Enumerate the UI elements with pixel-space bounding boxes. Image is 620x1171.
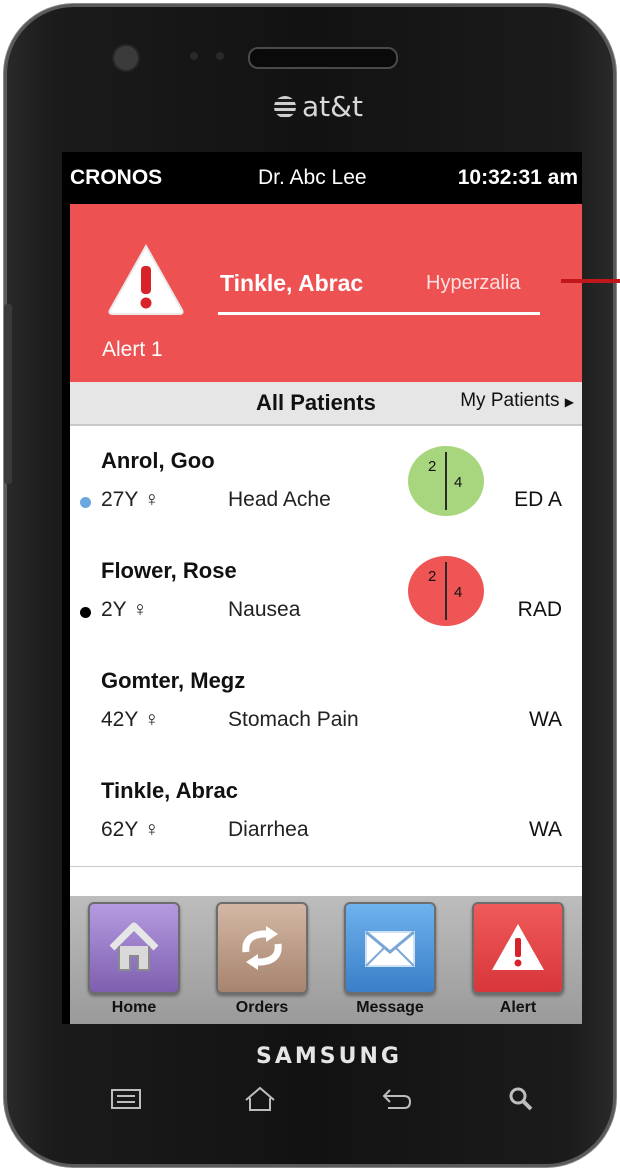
- alert-banner[interactable]: Alert 1 Tinkle, Abrac Hyperzalia: [70, 204, 582, 382]
- patient-age-sex: 42Y ♀: [101, 708, 160, 731]
- nav-home-label: Home: [111, 999, 157, 1016]
- nav-alert-label: Alert: [499, 999, 537, 1016]
- envelope-icon: [365, 930, 415, 967]
- alert-diagnosis: Hyperzalia: [426, 272, 521, 294]
- patient-location: WA: [528, 708, 562, 731]
- patient-row[interactable]: Flower, Rose 2Y ♀ Nausea 2 4 RAD: [70, 536, 582, 647]
- brand-logo: SAMSUNG: [256, 1044, 402, 1069]
- nav-orders-label: Orders: [235, 999, 289, 1016]
- patient-complaint: Diarrhea: [228, 818, 309, 841]
- att-globe-icon: [274, 96, 296, 118]
- patient-age-sex: 62Y ♀: [101, 818, 160, 841]
- patient-location: WA: [528, 818, 562, 841]
- bottom-nav: Home Orders Message Alert: [70, 896, 582, 1024]
- patient-age-sex: 2Y ♀: [101, 598, 148, 621]
- score-divider: [445, 562, 447, 620]
- alert-patient-name[interactable]: Tinkle, Abrac: [220, 270, 363, 297]
- nav-message[interactable]: Message: [344, 902, 436, 1022]
- patient-row[interactable]: Gomter, Megz 42Y ♀ Stomach Pain WA: [70, 646, 582, 757]
- warning-icon: [108, 243, 184, 315]
- score-value-a: 2: [428, 568, 437, 585]
- nav-message-label: Message: [356, 999, 424, 1016]
- proximity-sensor: [190, 52, 198, 60]
- patient-name: Gomter, Megz: [101, 668, 246, 693]
- score-divider: [445, 452, 447, 510]
- refresh-icon: [242, 926, 282, 970]
- warning-icon: [492, 924, 544, 970]
- patient-list[interactable]: Anrol, Goo 27Y ♀ Head Ache 2 4 ED A Flow…: [70, 426, 582, 896]
- acuity-score-badge: 2 4: [408, 556, 484, 626]
- home-key-icon[interactable]: [240, 1084, 280, 1114]
- tab-my-patients[interactable]: My Patients ▶: [460, 390, 574, 412]
- nav-alert[interactable]: Alert: [472, 902, 564, 1022]
- patient-name: Tinkle, Abrac: [101, 778, 238, 803]
- nav-alert-tile: [472, 902, 564, 994]
- home-icon: [109, 922, 159, 971]
- acuity-score-badge: 2 4: [408, 446, 484, 516]
- nav-home-tile: [88, 902, 180, 994]
- patient-tabs: All Patients My Patients ▶: [70, 382, 582, 426]
- alert-label: Alert 1: [102, 338, 163, 361]
- app-name: CRONOS: [70, 166, 163, 189]
- screen: CRONOS Dr. Abc Lee 10:32:31 am Alert 1 T…: [62, 152, 582, 1024]
- carrier-logo: at&t: [274, 90, 363, 123]
- search-key-icon[interactable]: [506, 1084, 536, 1114]
- chevron-right-icon: ▶: [564, 395, 574, 409]
- light-sensor: [216, 52, 224, 60]
- patient-location: ED A: [514, 488, 562, 511]
- patient-location: RAD: [517, 598, 562, 621]
- carrier-name: at&t: [302, 90, 363, 123]
- clock: 10:32:31 am: [457, 166, 578, 189]
- patient-complaint: Head Ache: [228, 488, 331, 511]
- status-dot: [80, 497, 91, 508]
- doctor-name: Dr. Abc Lee: [258, 166, 367, 189]
- score-value-a: 2: [428, 458, 437, 475]
- patient-complaint: Nausea: [228, 598, 301, 621]
- volume-button[interactable]: [4, 304, 12, 484]
- patient-row[interactable]: Anrol, Goo 27Y ♀ Head Ache 2 4 ED A: [70, 426, 582, 537]
- patient-row[interactable]: Tinkle, Abrac 62Y ♀ Diarrhea WA: [70, 756, 582, 867]
- nav-orders[interactable]: Orders: [216, 902, 308, 1022]
- nav-orders-tile: [216, 902, 308, 994]
- alert-divider: [218, 312, 540, 315]
- tab-all-patients[interactable]: All Patients: [256, 390, 376, 416]
- patient-name: Anrol, Goo: [101, 448, 215, 473]
- nav-home[interactable]: Home: [88, 902, 180, 1022]
- back-key-icon[interactable]: [376, 1084, 416, 1114]
- phone-frame: at&t CRONOS Dr. Abc Lee 10:32:31 am Aler…: [4, 4, 616, 1167]
- earpiece-speaker: [248, 47, 398, 69]
- patient-age-sex: 27Y ♀: [101, 488, 160, 511]
- patient-name: Flower, Rose: [101, 558, 237, 583]
- score-value-b: 4: [454, 474, 463, 491]
- front-camera: [114, 46, 138, 70]
- nav-message-tile: [344, 902, 436, 994]
- annotation-pointer-line: [561, 279, 620, 283]
- tab-my-patients-label: My Patients: [460, 390, 560, 411]
- status-dot: [80, 607, 91, 618]
- menu-key-icon[interactable]: [108, 1084, 144, 1114]
- patient-complaint: Stomach Pain: [228, 708, 359, 731]
- score-value-b: 4: [454, 584, 463, 601]
- status-bar: CRONOS Dr. Abc Lee 10:32:31 am: [62, 152, 582, 204]
